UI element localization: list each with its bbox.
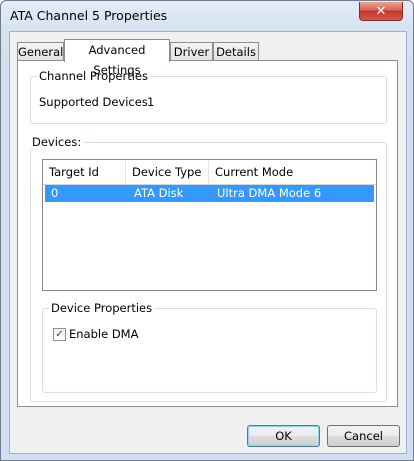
- cancel-button[interactable]: Cancel: [327, 425, 400, 447]
- device-properties-label: Device Properties: [49, 301, 155, 315]
- tab-details[interactable]: Details: [213, 42, 259, 61]
- table-row[interactable]: 0 ATA Disk Ultra DMA Mode 6: [45, 185, 374, 202]
- supported-devices-value: 1: [147, 95, 155, 109]
- devices-label: Devices:: [30, 135, 84, 149]
- channel-properties-group: Channel Properties Supported Devices 1: [30, 69, 387, 124]
- check-mark-icon: ✓: [55, 329, 64, 340]
- row-device-type: ATA Disk: [134, 186, 184, 200]
- window-title: ATA Channel 5 Properties: [10, 8, 168, 23]
- advanced-settings-panel: Channel Properties Supported Devices 1 D…: [17, 60, 398, 407]
- tab-advanced-settings[interactable]: Advanced Settings: [64, 39, 170, 77]
- supported-devices-label: Supported Devices: [39, 95, 148, 109]
- close-button[interactable]: ✕: [359, 2, 403, 21]
- devices-group: Devices: Target Id Device Type Current M…: [30, 135, 387, 402]
- close-icon: ✕: [375, 3, 387, 19]
- column-device-type[interactable]: Device Type: [126, 160, 209, 184]
- device-properties-group: Device Properties ✓ Enable DMA: [42, 301, 377, 393]
- properties-window: ATA Channel 5 Properties ✕ General Advan…: [0, 0, 414, 461]
- tab-general[interactable]: General: [17, 42, 64, 61]
- dialog-client-area: General Advanced Settings Driver Details…: [9, 31, 407, 454]
- column-current-mode[interactable]: Current Mode: [209, 160, 376, 184]
- tab-advanced-settings-label: Advanced Settings: [88, 43, 146, 77]
- column-target-id[interactable]: Target Id: [43, 160, 126, 184]
- tab-general-label: General: [18, 45, 64, 59]
- enable-dma-label[interactable]: Enable DMA: [69, 327, 138, 341]
- devices-list[interactable]: Target Id Device Type Current Mode 0 ATA…: [42, 159, 377, 291]
- row-current-mode: Ultra DMA Mode 6: [217, 186, 322, 200]
- tab-details-label: Details: [216, 45, 256, 59]
- tab-driver-label: Driver: [173, 45, 210, 59]
- ok-button[interactable]: OK: [247, 425, 320, 447]
- tab-driver[interactable]: Driver: [170, 42, 213, 61]
- enable-dma-checkbox[interactable]: ✓: [53, 328, 66, 341]
- devices-list-header: Target Id Device Type Current Mode: [43, 160, 376, 185]
- row-target-id: 0: [51, 186, 59, 200]
